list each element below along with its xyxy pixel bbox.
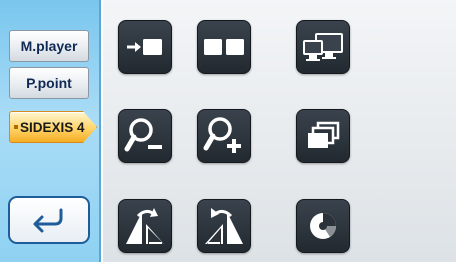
rotate-right-button[interactable] [197,199,251,253]
zoom-in-icon [203,117,241,153]
split-screen-button[interactable] [197,20,251,74]
tool-panel [103,0,456,262]
color-wheel-button[interactable] [296,199,350,253]
split-screen-icon [204,39,244,55]
sidebar-item-label: P.point [26,75,72,91]
rotate-left-icon [126,208,164,244]
sidebar-item-p-point[interactable]: P.point [9,67,89,99]
zoom-out-icon [124,118,162,152]
window-cascade-icon [308,121,340,148]
window-cascade-button[interactable] [296,109,350,163]
zoom-in-button[interactable] [197,109,251,163]
rotate-left-button[interactable] [118,199,172,253]
active-indicator-icon [14,125,18,129]
sidebar-item-label: M.player [20,38,78,54]
sidebar-item-m-player[interactable]: M.player [9,30,89,62]
sidebar-item-label: SIDEXIS 4 [20,119,85,135]
color-wheel-icon [310,213,337,239]
zoom-out-button[interactable] [118,109,172,163]
rotate-right-icon [205,208,243,244]
sidebar: M.player P.point SIDEXIS 4 [0,0,101,262]
sidebar-item-sidexis-4[interactable]: SIDEXIS 4 [9,111,97,143]
move-image-right-button[interactable] [118,20,172,74]
multi-monitor-icon [303,33,343,61]
move-image-right-icon [127,39,162,55]
back-button[interactable] [8,196,90,244]
multi-monitor-button[interactable] [296,20,350,74]
return-arrow-icon [33,208,63,233]
